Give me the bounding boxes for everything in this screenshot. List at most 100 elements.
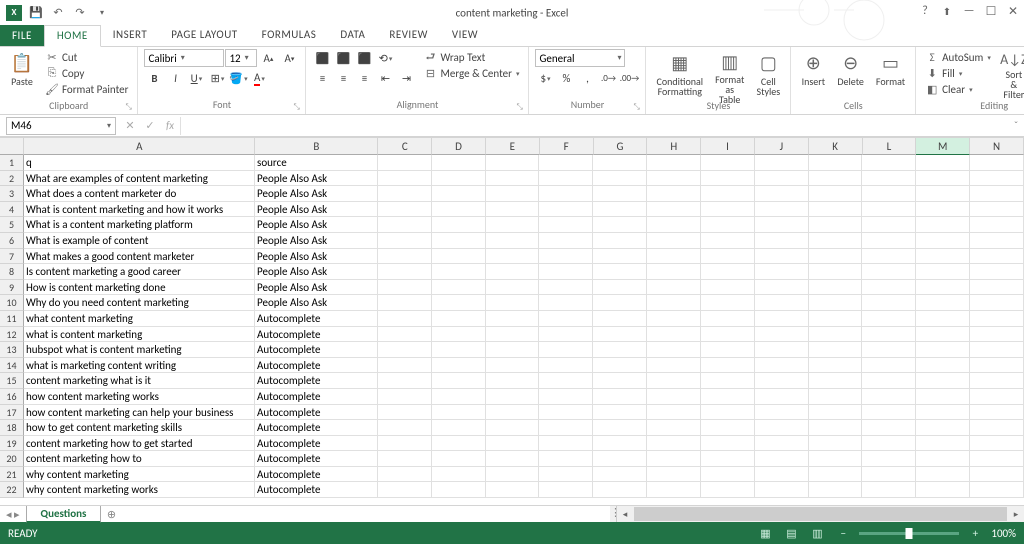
cell[interactable] (701, 467, 755, 483)
cell[interactable] (755, 451, 809, 467)
row-header[interactable]: 20 (0, 451, 24, 467)
align-left-icon[interactable]: ≡ (312, 69, 332, 87)
formula-input[interactable] (180, 117, 1008, 135)
cell[interactable] (862, 436, 916, 452)
redo-icon[interactable]: ↷ (70, 3, 90, 23)
cell[interactable] (486, 436, 540, 452)
cell[interactable] (378, 155, 432, 171)
cell[interactable] (647, 373, 701, 389)
fx-icon[interactable]: fx (160, 117, 180, 135)
cell[interactable] (486, 264, 540, 280)
qat-customize-icon[interactable]: ▾ (92, 3, 112, 23)
cell[interactable]: hubspot what is content marketing (24, 342, 255, 358)
col-header-I[interactable]: I (701, 138, 755, 155)
cell[interactable] (378, 342, 432, 358)
cell[interactable] (593, 482, 647, 498)
cell[interactable]: Autocomplete (255, 373, 378, 389)
cell[interactable] (970, 249, 1024, 265)
cell[interactable] (486, 327, 540, 343)
cell[interactable] (539, 482, 593, 498)
cell[interactable] (647, 451, 701, 467)
increase-indent-icon[interactable]: ⇥ (396, 69, 416, 87)
cell[interactable] (755, 311, 809, 327)
tab-formulas[interactable]: FORMULAS (250, 25, 329, 46)
cell[interactable] (539, 420, 593, 436)
cell[interactable] (647, 217, 701, 233)
cell[interactable] (486, 155, 540, 171)
cell[interactable] (916, 482, 970, 498)
cell[interactable] (593, 202, 647, 218)
tab-page-layout[interactable]: PAGE LAYOUT (159, 25, 249, 46)
cell[interactable] (486, 482, 540, 498)
cell[interactable] (539, 280, 593, 296)
cell[interactable] (378, 389, 432, 405)
cell[interactable] (647, 171, 701, 187)
close-icon[interactable]: ✕ (1004, 2, 1022, 20)
cell[interactable] (647, 233, 701, 249)
cell[interactable] (486, 217, 540, 233)
cell[interactable] (593, 295, 647, 311)
cell[interactable]: content marketing how to (24, 451, 255, 467)
cell[interactable] (432, 280, 486, 296)
cell[interactable] (378, 233, 432, 249)
cell[interactable] (970, 171, 1024, 187)
cell[interactable] (701, 436, 755, 452)
align-center-icon[interactable]: ≡ (333, 69, 353, 87)
col-header-D[interactable]: D (432, 138, 486, 155)
row-header[interactable]: 17 (0, 405, 24, 421)
cell[interactable] (755, 327, 809, 343)
cell[interactable] (701, 358, 755, 374)
excel-icon[interactable]: X (4, 3, 24, 23)
cell[interactable] (755, 482, 809, 498)
cell[interactable] (378, 186, 432, 202)
fill-button[interactable]: ⬇Fill▾ (922, 65, 994, 81)
cell[interactable] (539, 327, 593, 343)
cell[interactable] (701, 373, 755, 389)
page-layout-view-icon[interactable]: ▤ (781, 525, 801, 541)
cell[interactable] (862, 155, 916, 171)
cell[interactable] (809, 202, 863, 218)
comma-icon[interactable]: , (577, 69, 597, 87)
cell[interactable] (701, 389, 755, 405)
cell[interactable]: Autocomplete (255, 467, 378, 483)
font-color-button[interactable]: A▾ (249, 69, 269, 87)
cell[interactable] (916, 295, 970, 311)
tab-view[interactable]: VIEW (440, 25, 490, 46)
cell[interactable] (809, 373, 863, 389)
cell[interactable] (593, 171, 647, 187)
cell[interactable] (970, 217, 1024, 233)
decrease-indent-icon[interactable]: ⇤ (375, 69, 395, 87)
format-as-table-button[interactable]: ▥Format as Table (711, 49, 748, 99)
cell[interactable] (593, 420, 647, 436)
cell[interactable] (809, 280, 863, 296)
cell[interactable] (378, 280, 432, 296)
col-header-B[interactable]: B (255, 138, 378, 155)
cell[interactable] (970, 420, 1024, 436)
cell[interactable] (539, 186, 593, 202)
cell[interactable] (593, 217, 647, 233)
decrease-decimal-icon[interactable]: .00→ (619, 69, 639, 87)
cell[interactable] (647, 420, 701, 436)
cell[interactable] (916, 217, 970, 233)
clipboard-launcher-icon[interactable]: ⤡ (125, 102, 135, 112)
cell-styles-button[interactable]: ▢Cell Styles (752, 49, 784, 99)
wrap-text-button[interactable]: ⮐Wrap Text (420, 49, 522, 65)
cell[interactable] (539, 249, 593, 265)
cell[interactable] (539, 295, 593, 311)
scroll-right-icon[interactable]: ▸ (1008, 506, 1024, 522)
cell[interactable] (432, 482, 486, 498)
cell[interactable]: People Also Ask (255, 233, 378, 249)
cell[interactable] (486, 202, 540, 218)
row-header[interactable]: 19 (0, 436, 24, 452)
cell[interactable] (809, 186, 863, 202)
cell[interactable] (862, 373, 916, 389)
cell[interactable] (539, 264, 593, 280)
cell[interactable] (916, 186, 970, 202)
cell[interactable]: What is a content marketing platform (24, 217, 255, 233)
cell[interactable] (809, 405, 863, 421)
cell[interactable] (916, 389, 970, 405)
row-header[interactable]: 6 (0, 233, 24, 249)
cell[interactable]: why content marketing (24, 467, 255, 483)
cell[interactable] (378, 311, 432, 327)
cell[interactable] (862, 358, 916, 374)
